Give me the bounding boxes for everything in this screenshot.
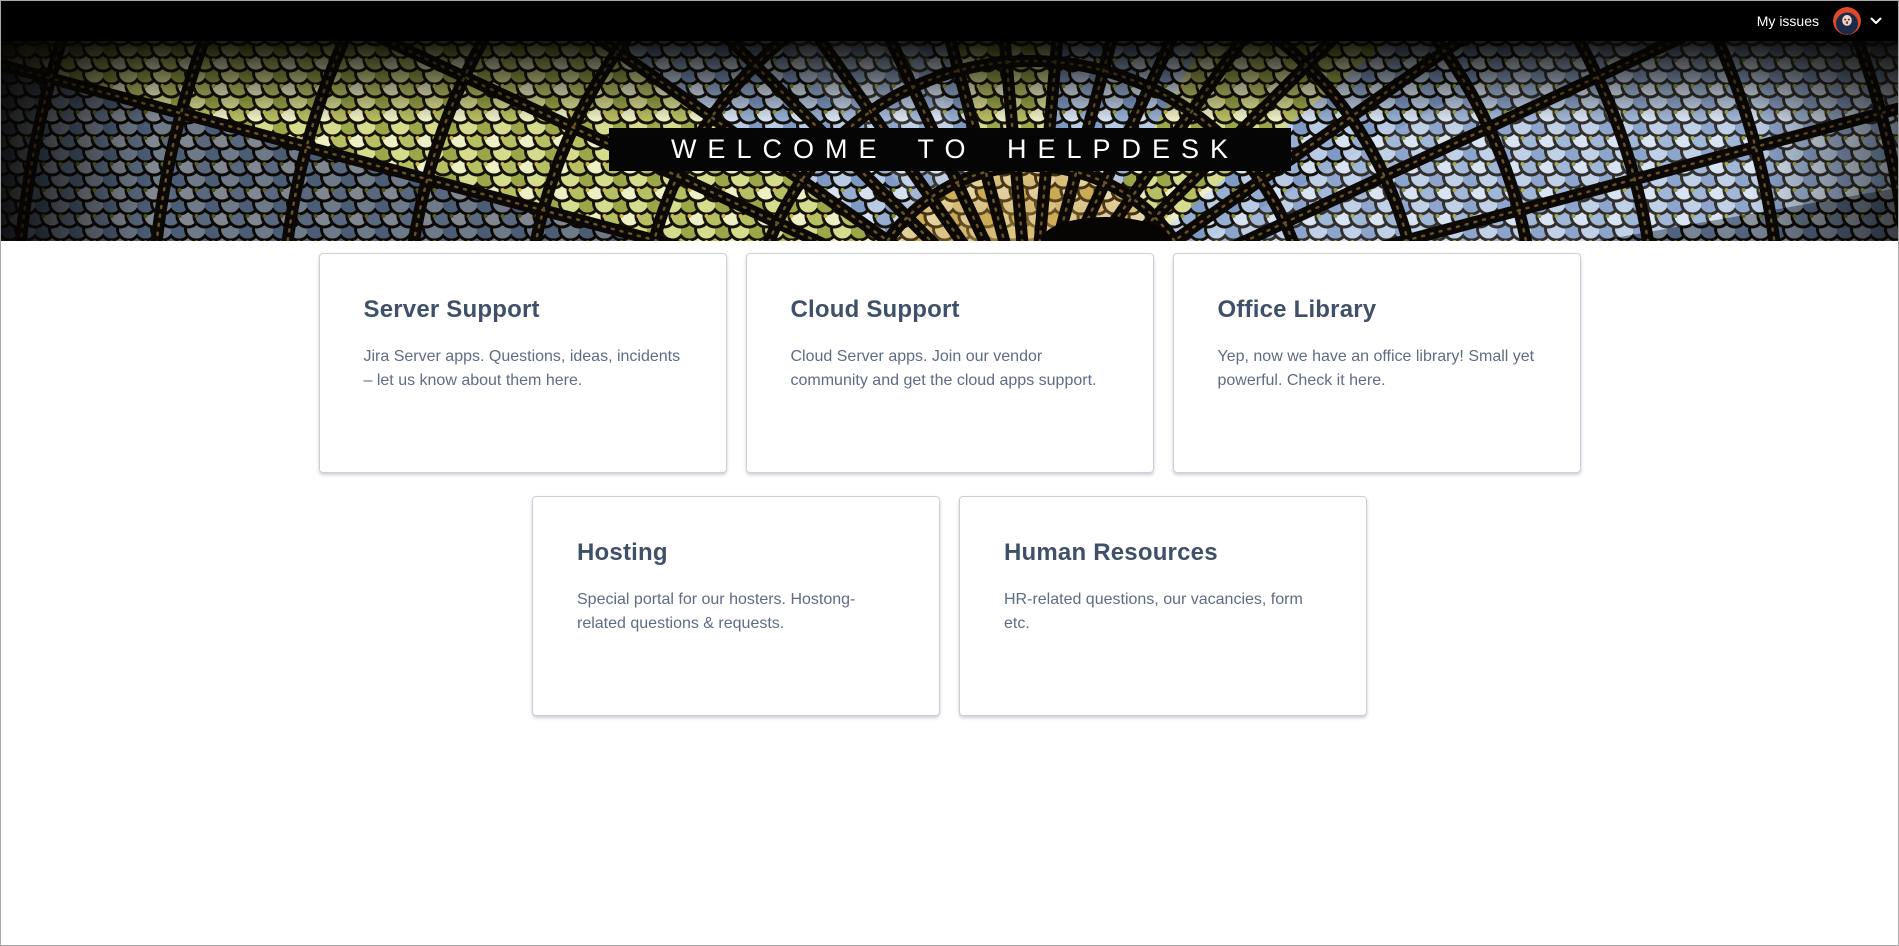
card-row-2: Hosting Special portal for our hosters. …: [1, 496, 1898, 716]
card-description: HR-related questions, our vacancies, for…: [1004, 588, 1322, 636]
user-menu[interactable]: [1833, 7, 1882, 35]
portal-card-human-resources[interactable]: Human Resources HR-related questions, ou…: [959, 496, 1367, 716]
my-issues-link[interactable]: My issues: [1757, 13, 1819, 29]
card-title: Human Resources: [1004, 539, 1322, 567]
card-title: Server Support: [364, 296, 682, 324]
topbar: My issues: [1, 1, 1898, 41]
card-description: Special portal for our hosters. Hostong-…: [577, 588, 895, 636]
card-title: Cloud Support: [791, 296, 1109, 324]
browser-window: My issues: [0, 0, 1899, 946]
portal-list: Server Support Jira Server apps. Questio…: [1, 241, 1898, 716]
card-description: Cloud Server apps. Join our vendor commu…: [791, 345, 1109, 393]
portal-card-server-support[interactable]: Server Support Jira Server apps. Questio…: [319, 253, 727, 473]
portal-card-hosting[interactable]: Hosting Special portal for our hosters. …: [532, 496, 940, 716]
card-row-1: Server Support Jira Server apps. Questio…: [1, 253, 1898, 473]
chevron-down-icon[interactable]: [1870, 17, 1882, 25]
card-description: Yep, now we have an office library! Smal…: [1218, 345, 1536, 393]
hero-banner: WELCOME TO HELPDESK: [1, 41, 1898, 241]
user-avatar-icon[interactable]: [1833, 7, 1861, 35]
portal-card-cloud-support[interactable]: Cloud Support Cloud Server apps. Join ou…: [746, 253, 1154, 473]
portal-card-office-library[interactable]: Office Library Yep, now we have an offic…: [1173, 253, 1581, 473]
card-title: Hosting: [577, 539, 895, 567]
card-title: Office Library: [1218, 296, 1536, 324]
welcome-banner: WELCOME TO HELPDESK: [609, 128, 1291, 171]
welcome-banner-title: WELCOME TO HELPDESK: [660, 134, 1239, 165]
card-description: Jira Server apps. Questions, ideas, inci…: [364, 345, 682, 393]
